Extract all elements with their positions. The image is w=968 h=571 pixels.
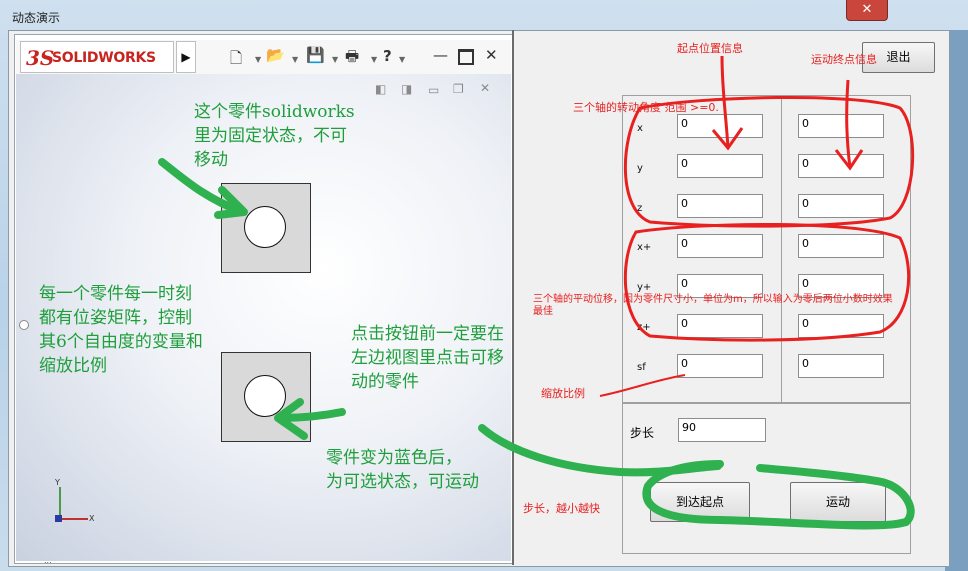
green-arrow-fixed xyxy=(158,158,246,216)
annotation-strokes xyxy=(158,55,915,530)
red-line-scale xyxy=(599,374,686,397)
red-loop-translation xyxy=(623,222,911,342)
red-arrow-end xyxy=(845,79,852,169)
red-arrow-start xyxy=(720,55,730,149)
red-loop-rotation xyxy=(624,95,915,228)
